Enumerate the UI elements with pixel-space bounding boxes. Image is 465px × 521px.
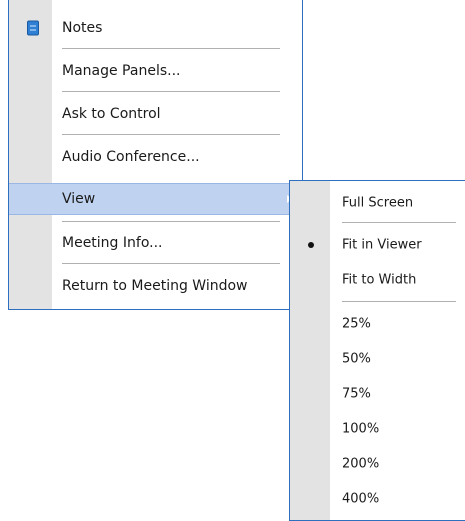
menu-separator [62,134,280,135]
submenu-item-label: 400% [342,491,380,507]
submenu-item-label: 50% [342,351,371,367]
submenu-item-zoom-400[interactable]: 400% [290,482,465,516]
menu-item-view[interactable]: View [9,183,302,215]
submenu-item-label: Full Screen [342,195,414,211]
submenu-item-label: Fit to Width [342,272,417,288]
menu-item-label: View [62,191,96,207]
menu-item-label: Manage Panels... [62,63,181,79]
submenu-item-label: 25% [342,316,371,332]
menu-item-meeting-info[interactable]: Meeting Info... [9,226,302,260]
menu-separator [62,263,280,264]
menu-item-manage-panels[interactable]: Manage Panels... [9,54,302,88]
submenu-item-fit-in-viewer[interactable]: Fit in Viewer [290,228,465,262]
menu-item-label: Notes [62,20,103,36]
submenu-separator [342,222,456,223]
menu-item-label: Meeting Info... [62,235,163,251]
view-submenu: Full Screen Fit in Viewer Fit to Width 2… [289,180,465,521]
menu-item-label: Ask to Control [62,106,161,122]
menu-item-notes[interactable]: Notes [9,11,302,45]
submenu-item-full-screen[interactable]: Full Screen [290,186,465,220]
submenu-item-zoom-200[interactable]: 200% [290,447,465,481]
submenu-item-label: 75% [342,386,371,402]
menu-item-ask-to-control[interactable]: Ask to Control [9,97,302,131]
menu-item-label: Return to Meeting Window [62,278,248,294]
menu-item-label: Audio Conference... [62,149,200,165]
menu-item-audio-conference[interactable]: Audio Conference... [9,140,302,174]
submenu-item-zoom-25[interactable]: 25% [290,307,465,341]
menu-separator [62,221,280,222]
submenu-item-label: 100% [342,421,380,437]
submenu-item-label: 200% [342,456,380,472]
menu-separator [62,91,280,92]
selected-bullet-icon [308,242,314,248]
submenu-item-fit-to-width[interactable]: Fit to Width [290,263,465,297]
submenu-item-zoom-75[interactable]: 75% [290,377,465,411]
notes-icon [27,20,39,36]
submenu-item-zoom-100[interactable]: 100% [290,412,465,446]
menu-separator [62,48,280,49]
context-menu: Notes Manage Panels... Ask to Control Au… [8,0,303,310]
submenu-item-zoom-50[interactable]: 50% [290,342,465,376]
submenu-item-label: Fit in Viewer [342,237,422,253]
menu-item-return-to-meeting-window[interactable]: Return to Meeting Window [9,269,302,303]
submenu-separator [342,301,456,302]
